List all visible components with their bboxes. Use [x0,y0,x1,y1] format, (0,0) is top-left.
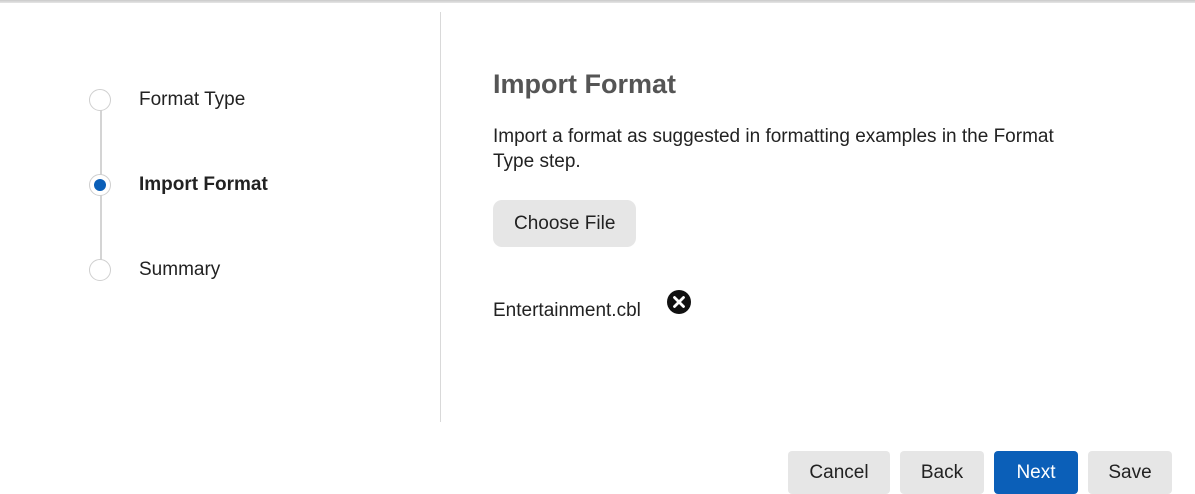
main-content: Import Format Import a format as suggest… [493,64,1133,321]
choose-file-button[interactable]: Choose File [493,200,637,247]
step-circle-icon [89,259,111,281]
page-title: Import Format [493,69,677,99]
next-button[interactable]: Next [994,451,1078,494]
cancel-button[interactable]: Cancel [788,451,890,494]
footer-actions: Cancel Back Next Save [788,451,1172,494]
step-label: Import Format [139,174,268,195]
wizard-page: Format Type Import Format Summary Import… [0,0,1195,494]
save-button[interactable]: Save [1088,451,1172,494]
back-button[interactable]: Back [900,451,984,494]
stepper: Format Type Import Format Summary [0,0,440,422]
step-import-format[interactable]: Import Format [89,174,268,196]
step-format-type[interactable]: Format Type [89,89,245,111]
selected-file-row: Entertainment.cbl [493,290,691,322]
step-active-circle-icon [89,174,111,196]
file-name: Entertainment.cbl [493,300,641,321]
step-circle-icon [89,89,111,111]
page-description: Import a format as suggested in formatti… [493,126,1054,172]
close-circle-icon[interactable] [666,290,691,314]
step-label: Format Type [139,89,246,110]
vertical-divider [440,12,441,422]
step-label: Summary [139,259,221,280]
step-summary[interactable]: Summary [89,259,220,281]
